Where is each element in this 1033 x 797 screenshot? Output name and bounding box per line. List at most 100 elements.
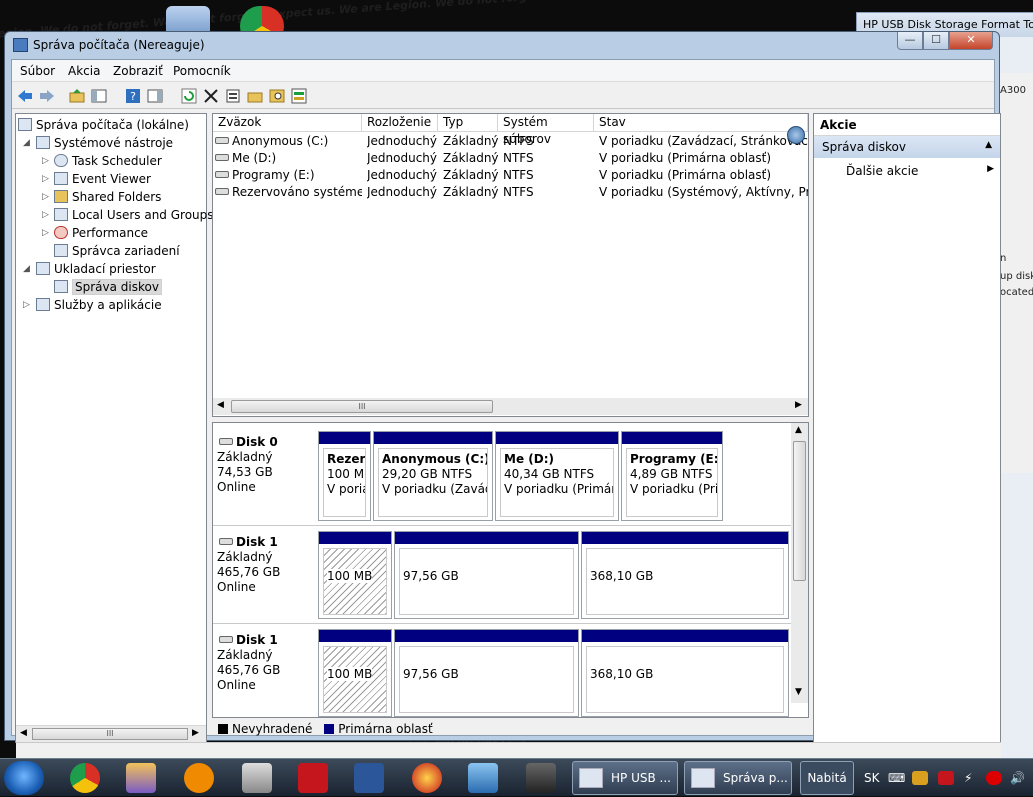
partition-system-reserved[interactable]: Rezerv100 MBV poria	[318, 431, 371, 521]
table-row[interactable]: Me (D:) Jednoduchý Základný NTFS V poria…	[213, 150, 808, 167]
partition-disk1b-368gb[interactable]: 368,10 GB	[581, 629, 789, 717]
close-button[interactable]: ✕	[949, 32, 993, 50]
menu-help[interactable]: Pomocník	[173, 64, 231, 78]
clock-icon	[54, 154, 68, 167]
language-indicator[interactable]: SK	[864, 759, 880, 797]
partition-c[interactable]: Anonymous (C:) 29,20 GB NTFS V poriadku (Z…	[373, 431, 493, 521]
tray-app2-icon[interactable]	[938, 771, 954, 785]
acrobat-taskbar-icon[interactable]	[298, 763, 328, 793]
minimize-button[interactable]: —	[897, 32, 923, 50]
disk-management-icon	[54, 280, 68, 293]
column-header-volume[interactable]: Zväzok	[213, 114, 362, 132]
keyboard-icon[interactable]: ⌨	[888, 759, 905, 797]
expand-arrow-icon[interactable]: ▷	[42, 192, 49, 202]
word-taskbar-icon[interactable]	[354, 763, 384, 793]
tree-item-disk-management[interactable]: Správa diskov	[54, 278, 162, 296]
maximize-button[interactable]: ☐	[923, 32, 949, 50]
forward-arrow-icon[interactable]	[38, 87, 56, 105]
tree-item-performance[interactable]: Performance	[54, 224, 148, 242]
delete-icon[interactable]	[202, 87, 220, 105]
camera-taskbar-icon[interactable]	[242, 763, 272, 793]
tray-app-icon[interactable]	[912, 771, 928, 785]
column-header-type[interactable]: Typ	[438, 114, 498, 132]
collapse-icon[interactable]: ▲	[985, 140, 992, 150]
column-header-file-system[interactable]: Systém súborov	[498, 114, 594, 146]
taskbar-task-computer-management[interactable]: Správa p...	[684, 761, 792, 795]
show-hide-console-tree-icon[interactable]	[90, 87, 108, 105]
volume-list-scroll-thumb[interactable]: III	[231, 400, 493, 413]
tree-item-system-tools[interactable]: Systémové nástroje	[36, 134, 173, 152]
tree-item-shared-folders[interactable]: Shared Folders	[54, 188, 161, 206]
volume-icon[interactable]: 🔊	[1010, 759, 1025, 797]
help-icon[interactable]: ?	[124, 87, 142, 105]
database-taskbar-icon[interactable]	[468, 763, 498, 793]
scroll-left-icon[interactable]: ◀	[20, 728, 27, 738]
refresh-icon[interactable]	[180, 87, 198, 105]
battery-status[interactable]: Nabitá	[800, 761, 854, 795]
up-folder-icon[interactable]	[68, 87, 86, 105]
tree-item-task-scheduler[interactable]: Task Scheduler	[54, 152, 162, 170]
column-header-status[interactable]: Stav	[594, 114, 808, 132]
partition-disk1-100mb[interactable]: 100 MB	[318, 531, 392, 619]
scroll-up-icon[interactable]: ▲	[795, 425, 802, 435]
partition-disk1-368gb[interactable]: 368,10 GB	[581, 531, 789, 619]
tree-root-computer-management[interactable]: Správa počítača (lokálne)	[18, 116, 189, 134]
media-taskbar-icon[interactable]	[412, 763, 442, 793]
scroll-right-icon[interactable]: ▶	[192, 728, 199, 738]
actions-section-disk-management[interactable]: Správa diskov ▲	[814, 136, 1000, 158]
volume-list-horizontal-scrollbar[interactable]: ◀ III ▶	[213, 398, 808, 415]
partition-d[interactable]: Me (D:)40,34 GB NTFSV poriadku (Primárna	[495, 431, 619, 521]
collapse-arrow-icon[interactable]: ◢	[23, 138, 30, 148]
scroll-left-icon[interactable]: ◀	[217, 400, 224, 410]
tree-item-services-applications[interactable]: Služby a aplikácie	[36, 296, 162, 314]
tree-item-device-manager[interactable]: Správca zariadení	[54, 242, 180, 260]
table-row[interactable]: Anonymous (C:) Jednoduchý Základný NTFS …	[213, 133, 808, 150]
graphical-view-vertical-scrollbar[interactable]: ▲ ▼	[791, 423, 808, 703]
menu-view[interactable]: Zobraziť	[113, 64, 163, 78]
collapse-arrow-icon[interactable]: ◢	[23, 264, 30, 274]
disk-1-info-duplicate[interactable]: Disk 1 Základný 465,76 GB Online	[217, 633, 315, 693]
disk-properties-icon[interactable]	[290, 87, 308, 105]
disk-0-info[interactable]: Disk 0 Základný 74,53 GB Online	[217, 435, 315, 495]
expand-arrow-icon[interactable]: ▷	[42, 228, 49, 238]
tree-item-event-viewer[interactable]: Event Viewer	[54, 170, 151, 188]
taskbar-task-hp-usb[interactable]: HP USB ...	[572, 761, 678, 795]
expand-arrow-icon[interactable]: ▷	[42, 210, 49, 220]
tree-horizontal-scrollbar[interactable]: ◀ III ▶	[16, 725, 206, 742]
back-arrow-icon[interactable]	[16, 87, 34, 105]
usb-tray-icon[interactable]: ⚡	[964, 759, 972, 797]
partition-e[interactable]: Programy (E:) 4,89 GB NTFS V poriadku (Pri…	[621, 431, 723, 521]
expand-arrow-icon[interactable]: ▷	[23, 300, 30, 310]
tree-item-storage[interactable]: Ukladací priestor	[36, 260, 156, 278]
more-actions-item[interactable]: Ďalšie akcie ▶	[814, 158, 1000, 180]
opera-tray-icon[interactable]	[986, 771, 1002, 785]
disk-1-info[interactable]: Disk 1 Základný 465,76 GB Online	[217, 535, 315, 595]
scroll-right-icon[interactable]: ▶	[795, 400, 802, 410]
partition-disk1-97gb[interactable]: 97,56 GB	[394, 531, 579, 619]
table-row[interactable]: Programy (E:) Jednoduchý Základný NTFS V…	[213, 167, 808, 184]
show-hide-action-pane-icon[interactable]	[146, 87, 164, 105]
search-icon[interactable]	[268, 87, 286, 105]
volume-icon	[215, 137, 229, 144]
avast-taskbar-icon[interactable]	[184, 763, 214, 793]
open-folder-icon[interactable]	[246, 87, 264, 105]
expand-arrow-icon[interactable]: ▷	[42, 174, 49, 184]
app-taskbar-icon[interactable]	[126, 763, 156, 793]
scroll-down-icon[interactable]: ▼	[795, 687, 802, 697]
menu-action[interactable]: Akcia	[68, 64, 100, 78]
computer-management-window[interactable]: Správa počítača (Nereaguje) — ☐ ✕ Súbor …	[4, 31, 1001, 764]
tree-item-local-users-groups[interactable]: Local Users and Groups	[54, 206, 214, 224]
partition-disk1b-100mb[interactable]: 100 MB	[318, 629, 392, 717]
tree-scroll-thumb[interactable]: III	[32, 728, 188, 740]
partition-disk1b-97gb[interactable]: 97,56 GB	[394, 629, 579, 717]
start-button[interactable]	[4, 761, 44, 795]
graphical-view-scroll-thumb[interactable]	[793, 441, 806, 581]
title-bar[interactable]: Správa počítača (Nereaguje) — ☐ ✕	[5, 32, 999, 58]
table-row[interactable]: Rezervováno systémem Jednoduchý Základný…	[213, 184, 808, 201]
movie-taskbar-icon[interactable]	[526, 763, 556, 793]
chrome-taskbar-icon[interactable]	[70, 763, 100, 793]
properties-icon[interactable]	[224, 87, 242, 105]
column-header-layout[interactable]: Rozloženie	[362, 114, 438, 132]
menu-file[interactable]: Súbor	[20, 64, 55, 78]
expand-arrow-icon[interactable]: ▷	[42, 156, 49, 166]
